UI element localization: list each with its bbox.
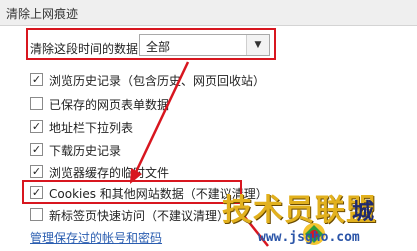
checkbox[interactable]: ✓ bbox=[30, 120, 43, 133]
checkbox[interactable]: ✓ bbox=[30, 143, 43, 156]
highlight-box-time-range bbox=[26, 28, 276, 60]
option-label: 浏览历史记录（包含历史、网页回收站） bbox=[49, 74, 266, 88]
manage-passwords-link[interactable]: 管理保存过的帐号和密码 bbox=[30, 229, 162, 246]
checkbox[interactable]: ✓ bbox=[30, 165, 43, 178]
option-label: 浏览器缓存的临时文件 bbox=[49, 166, 170, 180]
checkbox[interactable] bbox=[30, 208, 43, 221]
option-label: 下载历史记录 bbox=[49, 144, 122, 158]
watermark-url: www.jsgho.com bbox=[258, 230, 360, 245]
watermark-sub-text: 城 bbox=[352, 200, 375, 225]
option-label: 已保存的网页表单数据 bbox=[49, 98, 170, 112]
checkbox[interactable]: ✓ bbox=[30, 73, 43, 86]
checkbox[interactable] bbox=[30, 97, 43, 110]
dialog-title: 清除上网痕迹 bbox=[6, 7, 79, 21]
option-label: 地址栏下拉列表 bbox=[49, 121, 134, 135]
dialog-titlebar: 清除上网痕迹 bbox=[0, 0, 417, 26]
option-label: 新标签页快速访问（不建议清理） bbox=[49, 209, 230, 223]
highlight-box-cookies bbox=[22, 180, 242, 204]
